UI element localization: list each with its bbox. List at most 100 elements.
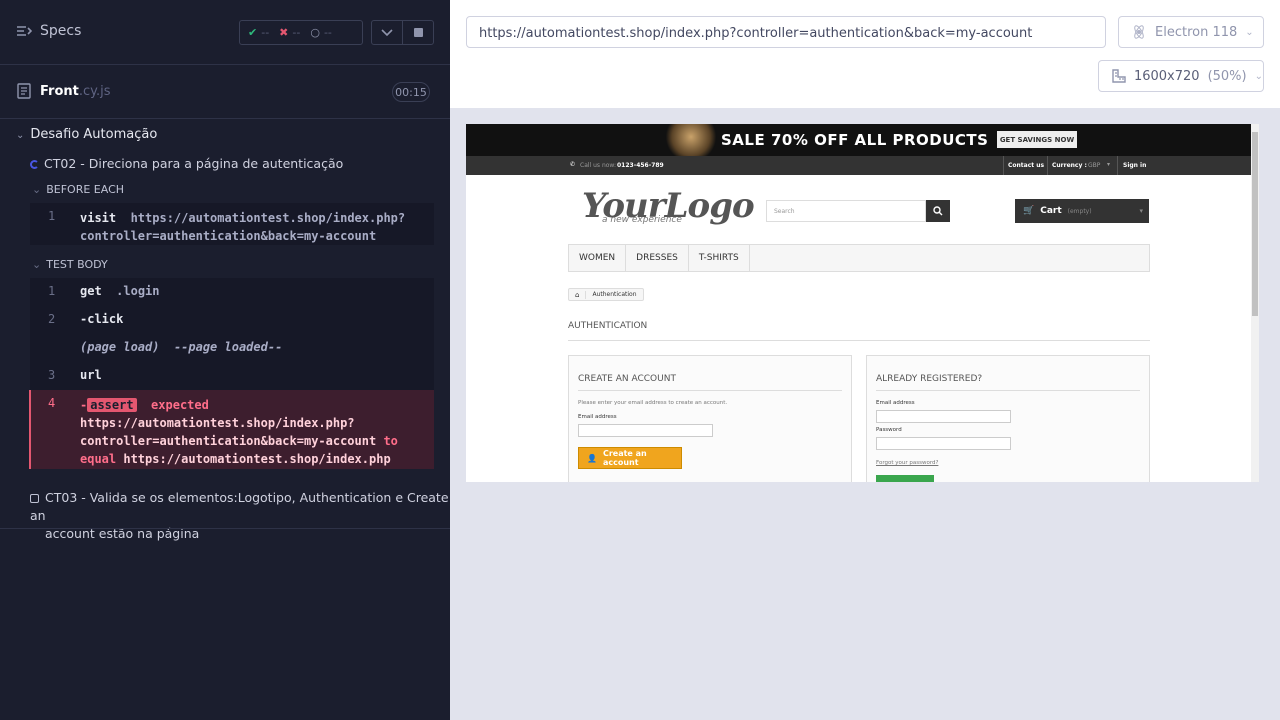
chevron-down-icon: ⌄: [32, 258, 42, 271]
user-icon: 👤: [587, 453, 597, 463]
scrollbar-thumb[interactable]: [1252, 132, 1258, 316]
test-ct02-title: CT02 - Direciona para a página de autent…: [44, 156, 344, 171]
chevron-down-icon: ▾: [1139, 207, 1143, 215]
command-name: visit: [80, 211, 117, 225]
suite-title: Desafio Automação: [30, 127, 158, 142]
login-form: ALREADY REGISTERED? Email address Passwo…: [866, 355, 1150, 482]
document-icon: [17, 83, 31, 99]
spec-file-bar: Front.cy.js: [0, 65, 450, 119]
running-spinner-icon: [30, 160, 39, 169]
url-bar[interactable]: https://automationtest.shop/index.php?co…: [466, 16, 1106, 48]
specs-toggle-button[interactable]: Specs: [16, 23, 81, 39]
page-title: AUTHENTICATION: [568, 321, 648, 331]
app-under-test-frame[interactable]: SALE 70% OFF ALL PRODUCTS GET SAVINGS NO…: [466, 124, 1259, 482]
call-label: Call us now:: [580, 162, 617, 169]
command-arg: https://automationtest.shop/index.php?: [130, 211, 406, 225]
electron-icon: [1134, 25, 1144, 39]
test-body-header[interactable]: ⌄ TEST BODY: [32, 258, 108, 271]
viewport-info[interactable]: 1600x720 (50%) ⌄: [1098, 60, 1264, 92]
cart-status: (empty): [1067, 207, 1092, 215]
contact-link[interactable]: Contact us: [1008, 162, 1044, 169]
reporter-panel: Specs ✔ -- ✖ -- ○ -- Front.cy.js 00:15 ⌄ Des…: [0, 0, 450, 720]
browser-selector[interactable]: Electron 118 ⌄: [1118, 16, 1264, 48]
create-account-button[interactable]: 👤 Create an account: [578, 447, 682, 469]
chevron-down-icon: ▾: [1107, 161, 1111, 168]
nav-divider: [1047, 156, 1048, 175]
test-stats: ✔ -- ✖ -- ○ --: [239, 20, 363, 45]
stop-button[interactable]: [402, 20, 434, 45]
create-account-label: Create an account: [602, 449, 647, 467]
search-input[interactable]: Search: [766, 200, 926, 222]
specs-label: Specs: [40, 23, 82, 39]
failed-icon: ✖: [279, 26, 289, 39]
create-hint: Please enter your email address to creat…: [578, 400, 728, 406]
cart-icon: 🛒: [1023, 206, 1035, 216]
menu-item-women[interactable]: WOMEN: [569, 245, 627, 271]
test-ct02-row[interactable]: CT02 - Direciona para a página de autent…: [30, 156, 343, 171]
create-account-title: CREATE AN ACCOUNT: [578, 374, 676, 384]
form-divider: [578, 390, 842, 391]
login-email-input[interactable]: [876, 410, 1011, 423]
cart-button[interactable]: 🛒 Cart (empty) ▾: [1015, 199, 1149, 223]
spec-file-name[interactable]: Front.cy.js: [40, 84, 111, 99]
currency-label: Currency :: [1052, 162, 1087, 169]
form-divider: [876, 390, 1140, 391]
currency-value[interactable]: GBP: [1088, 162, 1100, 169]
expand-collapse-button[interactable]: [371, 20, 403, 45]
command-name: get: [80, 284, 102, 298]
search-button[interactable]: [926, 200, 950, 222]
password-label: Password: [876, 427, 902, 433]
chevron-down-icon: ⌄: [16, 130, 25, 141]
suite-title-row[interactable]: ⌄ Desafio Automação: [16, 127, 157, 142]
get-command[interactable]: get .login: [80, 284, 160, 298]
nav-divider: [1117, 156, 1118, 175]
chevron-down-icon: ⌄: [32, 183, 42, 196]
specs-list-icon: [17, 26, 32, 36]
sign-in-button[interactable]: [876, 475, 934, 482]
assert-expected: expected: [151, 398, 209, 412]
pending-square-icon: [30, 494, 39, 503]
create-email-input[interactable]: [578, 424, 713, 437]
assert-to: to: [383, 434, 398, 448]
click-command[interactable]: -click: [80, 312, 123, 326]
chevron-down-icon: ⌄: [1245, 26, 1254, 38]
test-ct03-title: CT03 - Valida se os elementos:Logotipo, …: [30, 490, 449, 523]
command-number: 1: [48, 209, 56, 223]
event-arg: --page loaded--: [173, 340, 283, 354]
breadcrumb: ⌂ Authentication: [568, 288, 644, 301]
run-duration: 00:15: [392, 82, 430, 102]
command-number: 2: [48, 312, 56, 326]
banner-text: SALE 70% OFF ALL PRODUCTS: [721, 131, 989, 149]
sign-in-link[interactable]: Sign in: [1123, 162, 1146, 169]
menu-item-tshirts[interactable]: T-SHIRTS: [689, 245, 750, 271]
passed-icon: ✔: [248, 26, 258, 39]
phone-icon: ✆: [570, 161, 576, 168]
email-label: Email address: [876, 400, 915, 406]
get-savings-button[interactable]: GET SAVINGS NOW: [997, 131, 1077, 148]
banner-model-image: [666, 124, 716, 156]
page-load-event: (page load) --page loaded--: [80, 340, 282, 354]
pending-count: --: [323, 26, 332, 39]
password-input[interactable]: [876, 437, 1011, 450]
command-number: 3: [48, 368, 56, 382]
stop-icon: [413, 28, 423, 37]
before-each-header[interactable]: ⌄ BEFORE EACH: [32, 183, 124, 196]
assert-url-expected: https://automationtest.shop/index.php: [123, 452, 391, 466]
create-account-form: CREATE AN ACCOUNT Please enter your emai…: [568, 355, 852, 482]
assert-url-actual-cont: controller=authentication&back=my-accoun…: [80, 434, 377, 448]
forgot-password-link[interactable]: Forgot your password?: [876, 460, 938, 466]
url-command[interactable]: url: [80, 368, 102, 382]
command-number: 1: [48, 284, 56, 298]
menu-item-dresses[interactable]: DRESSES: [626, 245, 689, 271]
passed-count: --: [261, 26, 270, 39]
viewport-size: 1600x720: [1133, 68, 1200, 84]
nav-divider: [1003, 156, 1004, 175]
test-ct03-row[interactable]: CT03 - Valida se os elementos:Logotipo, …: [30, 489, 450, 543]
cart-label: Cart: [1040, 206, 1062, 216]
visit-command[interactable]: visit https://automationtest.shop/index.…: [80, 209, 405, 245]
home-icon[interactable]: ⌂: [569, 290, 587, 299]
command-arg-cont: controller=authentication&back=my-accoun…: [80, 229, 377, 243]
search-icon: [933, 206, 943, 216]
promo-banner[interactable]: SALE 70% OFF ALL PRODUCTS GET SAVINGS NO…: [466, 124, 1251, 156]
command-arg: .login: [116, 284, 160, 298]
